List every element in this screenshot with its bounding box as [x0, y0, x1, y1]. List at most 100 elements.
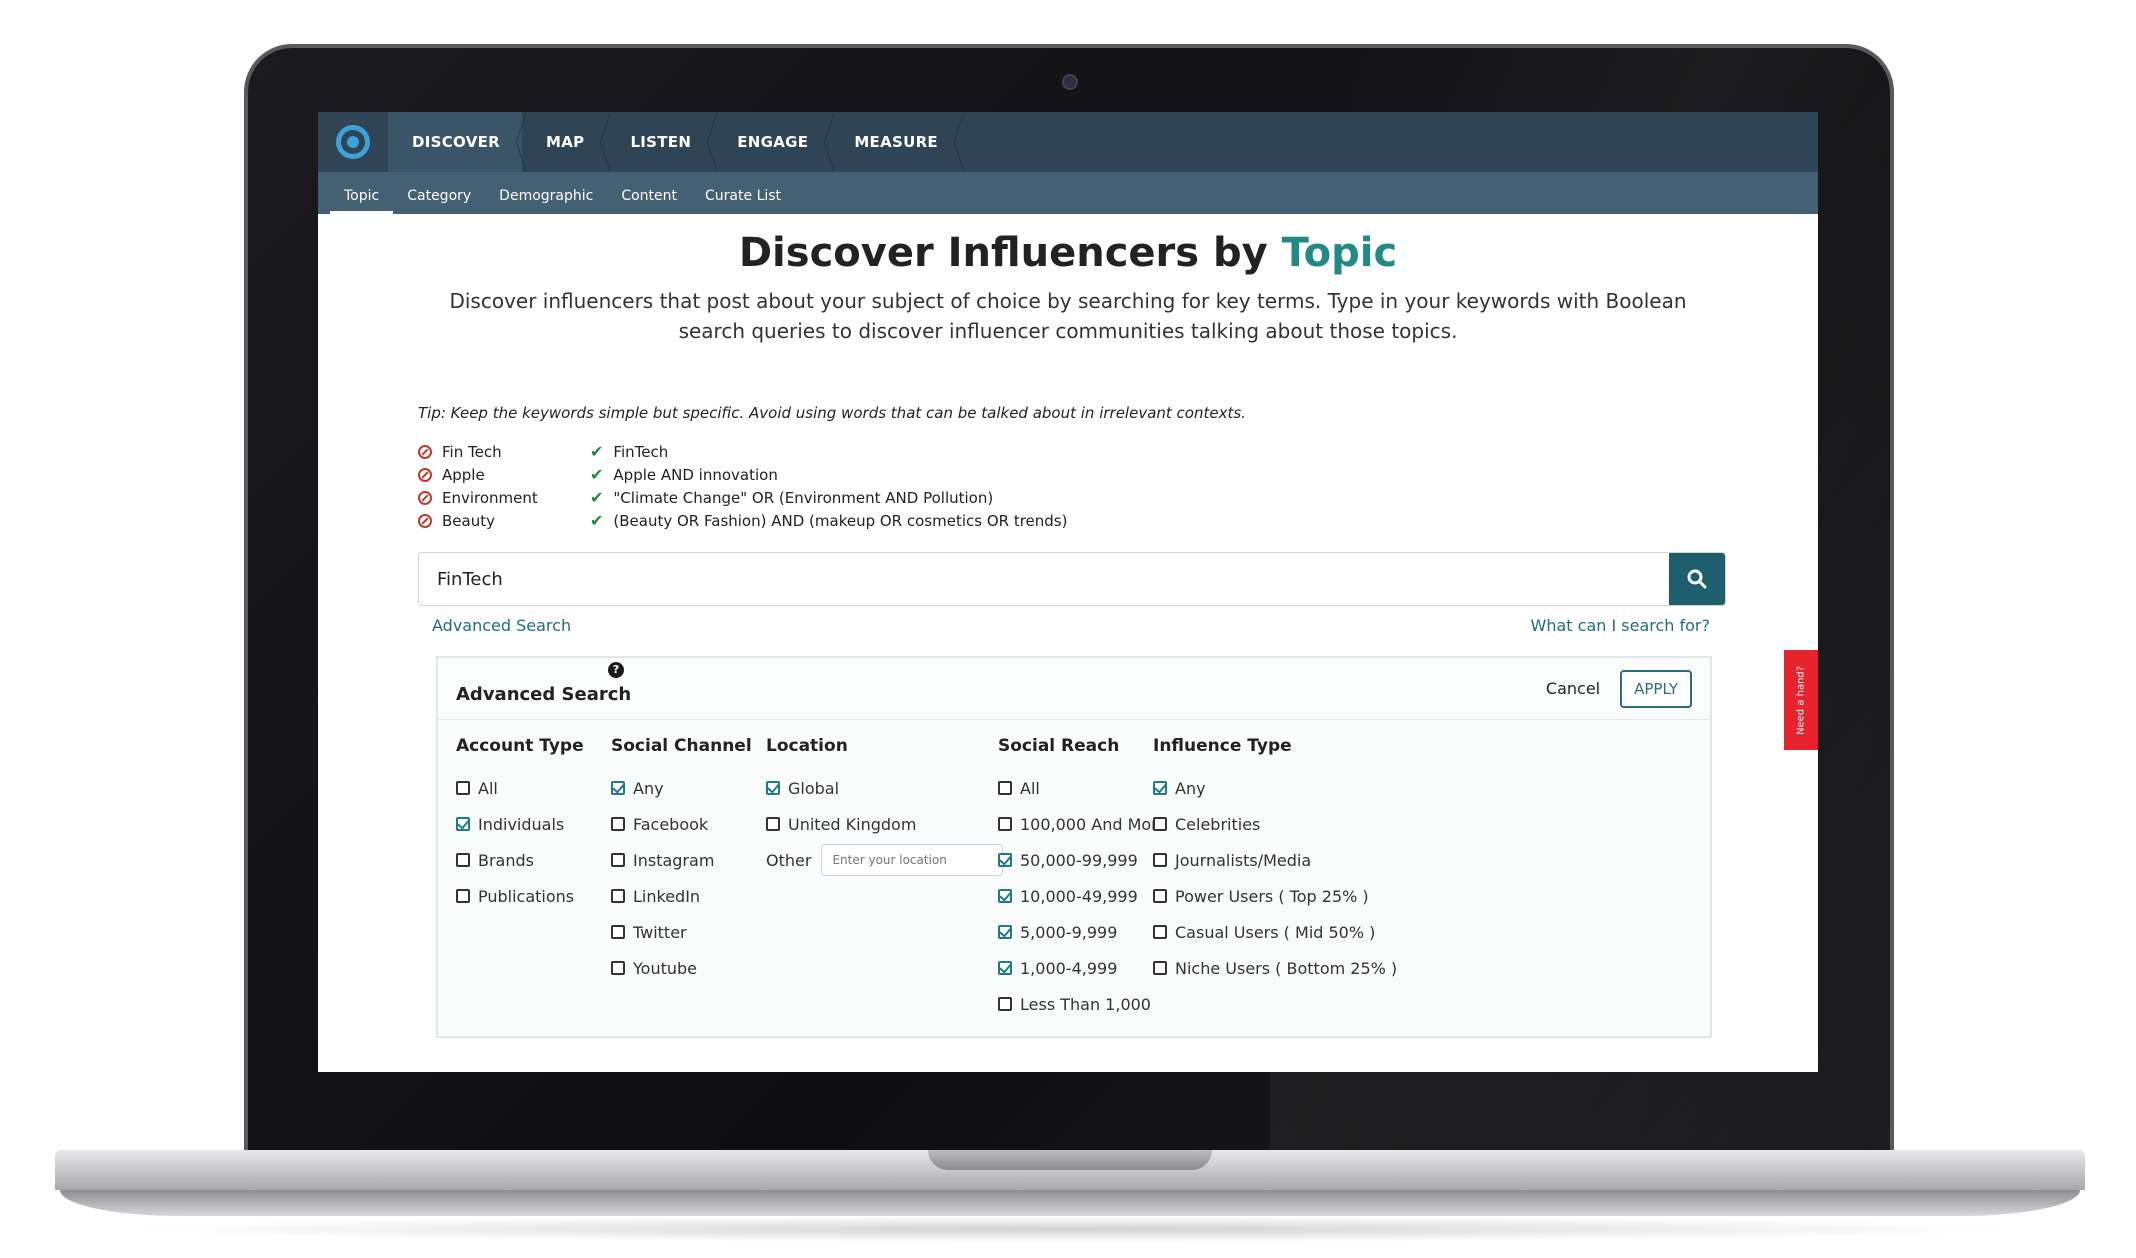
checkbox[interactable] [611, 925, 625, 939]
search-icon [1687, 569, 1707, 589]
checkbox[interactable] [456, 889, 470, 903]
checkbox[interactable] [456, 853, 470, 867]
good-example-text: Apple AND innovation [613, 465, 778, 484]
influence-any[interactable]: Any [1153, 770, 1397, 806]
account-type-individuals[interactable]: Individuals [456, 806, 584, 842]
option-label: United Kingdom [788, 814, 917, 834]
nav-discover[interactable]: DISCOVER [388, 112, 526, 172]
account-type-brands[interactable]: Brands [456, 842, 584, 878]
good-example-text: "Climate Change" OR (Environment AND Pol… [613, 488, 994, 507]
webcam-icon [1062, 74, 1078, 90]
need-a-hand-tab[interactable]: Need a hand? [1784, 650, 1818, 750]
checkbox[interactable] [456, 817, 470, 831]
advanced-search-link[interactable]: Advanced Search [432, 616, 571, 635]
option-label: Publications [478, 886, 575, 906]
subnav-content[interactable]: Content [607, 188, 691, 214]
checkbox[interactable] [1153, 781, 1167, 795]
influence-celebrities[interactable]: Celebrities [1153, 806, 1397, 842]
checkbox[interactable] [998, 889, 1012, 903]
option-label: Brands [478, 850, 534, 870]
influence-type-title: Influence Type [1153, 736, 1292, 756]
search-input[interactable] [419, 553, 1669, 605]
checkbox[interactable] [456, 781, 470, 795]
logo-ring [336, 125, 370, 159]
checkbox[interactable] [998, 997, 1012, 1011]
option-label: All [1020, 778, 1040, 798]
checkbox[interactable] [611, 817, 625, 831]
what-can-i-search-link[interactable]: What can I search for? [1531, 616, 1710, 635]
bad-example-text: Fin Tech [442, 442, 502, 461]
checkbox[interactable] [611, 889, 625, 903]
location-title: Location [766, 736, 848, 756]
check-icon: ✔ [590, 511, 604, 530]
account-type-publications[interactable]: Publications [456, 878, 584, 914]
search-button[interactable] [1669, 553, 1725, 605]
account-type-all[interactable]: All [456, 770, 584, 806]
reach-5k-9k[interactable]: 5,000-9,999 [998, 914, 1167, 950]
channel-any[interactable]: Any [611, 770, 752, 806]
checkbox[interactable] [611, 961, 625, 975]
option-label: 50,000-99,999 [1020, 850, 1138, 870]
checkbox[interactable] [766, 781, 780, 795]
checkbox[interactable] [1153, 925, 1167, 939]
nav-map[interactable]: MAP [522, 112, 611, 172]
checkbox[interactable] [998, 817, 1012, 831]
checkbox[interactable] [611, 853, 625, 867]
no-icon [418, 490, 432, 505]
channel-facebook[interactable]: Facebook [611, 806, 752, 842]
checkbox[interactable] [1153, 853, 1167, 867]
example-row: Apple ✔ Apple AND innovation [418, 463, 1067, 486]
checkbox[interactable] [998, 853, 1012, 867]
reach-50k-99k[interactable]: 50,000-99,999 [998, 842, 1167, 878]
checkbox[interactable] [998, 961, 1012, 975]
good-example-text: FinTech [613, 442, 669, 461]
cancel-button[interactable]: Cancel [1546, 679, 1600, 698]
option-label: 5,000-9,999 [1020, 922, 1118, 942]
subnav-topic[interactable]: Topic [330, 188, 394, 214]
influence-journalists[interactable]: Journalists/Media [1153, 842, 1397, 878]
apply-button[interactable]: APPLY [1620, 669, 1692, 708]
location-input[interactable] [821, 844, 1004, 876]
location-united-kingdom[interactable]: United Kingdom [766, 806, 1003, 842]
reach-all[interactable]: All [998, 770, 1167, 806]
reach-less-than-1k[interactable]: Less Than 1,000 [998, 986, 1167, 1022]
channel-twitter[interactable]: Twitter [611, 914, 752, 950]
example-row: Environment ✔ "Climate Change" OR (Enviro… [418, 486, 1067, 509]
nav-listen[interactable]: LISTEN [606, 112, 717, 172]
reach-1k-4k[interactable]: 1,000-4,999 [998, 950, 1167, 986]
checkbox[interactable] [1153, 817, 1167, 831]
channel-linkedin[interactable]: LinkedIn [611, 878, 752, 914]
checkbox[interactable] [611, 781, 625, 795]
example-row: Fin Tech ✔ FinTech [418, 440, 1067, 463]
subnav-curate-list[interactable]: Curate List [691, 188, 795, 214]
option-label: Twitter [633, 922, 687, 942]
location-other-label: Other [766, 850, 812, 870]
checkbox[interactable] [1153, 889, 1167, 903]
bad-example-text: Beauty [442, 511, 495, 530]
search-tip: Tip: Keep the keywords simple but specif… [418, 404, 1246, 422]
checkbox[interactable] [998, 925, 1012, 939]
reach-10k-49k[interactable]: 10,000-49,999 [998, 878, 1167, 914]
good-example: ✔ "Climate Change" OR (Environment AND Po… [590, 488, 993, 507]
option-label: Facebook [633, 814, 709, 834]
nav-engage[interactable]: ENGAGE [713, 112, 835, 172]
good-example: ✔ Apple AND innovation [590, 465, 778, 484]
subnav-demographic[interactable]: Demographic [485, 188, 607, 214]
reach-100k-plus[interactable]: 100,000 And More [998, 806, 1167, 842]
influence-power-users[interactable]: Power Users ( Top 25% ) [1153, 878, 1397, 914]
influence-niche-users[interactable]: Niche Users ( Bottom 25% ) [1153, 950, 1397, 986]
channel-youtube[interactable]: Youtube [611, 950, 752, 986]
nav-measure[interactable]: MEASURE [830, 112, 964, 172]
influence-casual-users[interactable]: Casual Users ( Mid 50% ) [1153, 914, 1397, 950]
checkbox[interactable] [1153, 961, 1167, 975]
subnav-category[interactable]: Category [393, 188, 485, 214]
checkbox[interactable] [998, 781, 1012, 795]
search-bar [418, 552, 1726, 606]
example-row: Beauty ✔ (Beauty OR Fashion) AND (makeup … [418, 509, 1067, 532]
checkbox[interactable] [766, 817, 780, 831]
option-label: Celebrities [1175, 814, 1261, 834]
help-icon[interactable]: ? [608, 662, 624, 678]
location-global[interactable]: Global [766, 770, 1003, 806]
channel-instagram[interactable]: Instagram [611, 842, 752, 878]
app-logo-icon[interactable] [318, 112, 388, 172]
